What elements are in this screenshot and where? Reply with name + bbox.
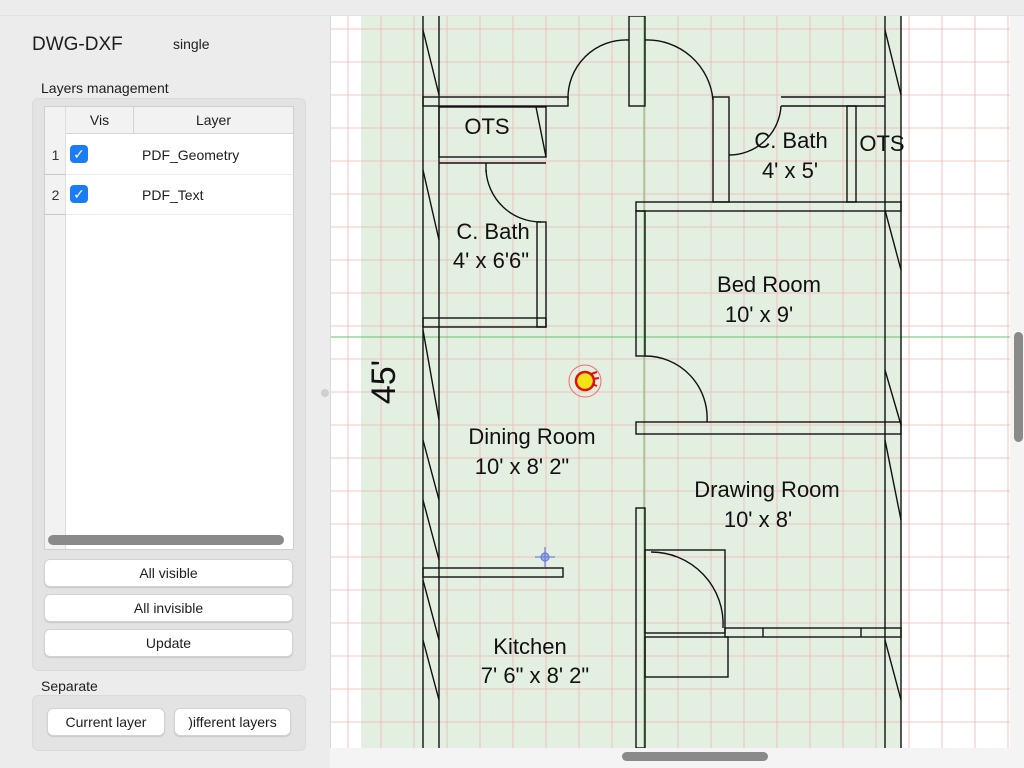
room-size: 7' 6" x 8' 2"	[481, 663, 589, 688]
room-size: 10' x 8'	[724, 507, 792, 532]
room-size: 4' x 5'	[762, 158, 818, 183]
layers-management-label: Layers management	[41, 80, 169, 96]
plan-area-fill	[361, 16, 901, 748]
room-name: OTS	[464, 114, 509, 139]
all-visible-button[interactable]: All visible	[44, 559, 293, 587]
room-name: Drawing Room	[694, 477, 840, 502]
room-size: 10' x 8' 2"	[475, 454, 570, 479]
drawing-canvas[interactable]: 45' OTS OTS C. Bath 4' x 5' C. Bath 4' x…	[330, 16, 1010, 748]
table-row[interactable]: 1 ✓ PDF_Geometry	[45, 135, 293, 175]
column-header-vis[interactable]: Vis	[66, 107, 134, 134]
canvas-horizontal-scrollbar[interactable]	[622, 752, 768, 761]
app-title: DWG-DXF	[32, 34, 123, 55]
layers-table[interactable]: Vis Layer 1 ✓ PDF_Geometry 2 ✓ PDF_Text	[44, 106, 294, 550]
splitter-handle[interactable]	[321, 389, 329, 397]
layer-name: PDF_Text	[142, 187, 204, 203]
room-name: OTS	[859, 131, 904, 156]
room-size: 4' x 6'6"	[453, 248, 529, 273]
room-name: Kitchen	[493, 634, 566, 659]
all-invisible-button[interactable]: All invisible	[44, 594, 293, 622]
mode-label: single	[173, 36, 210, 52]
update-button[interactable]: Update	[44, 629, 293, 657]
separate-label: Separate	[41, 678, 98, 694]
visibility-checkbox[interactable]: ✓	[70, 185, 88, 203]
row-number: 2	[45, 175, 66, 215]
layer-name: PDF_Geometry	[142, 147, 240, 163]
room-size: 10' x 9'	[725, 302, 793, 327]
canvas-vertical-scrollbar[interactable]	[1014, 332, 1023, 442]
table-horizontal-scrollbar[interactable]	[48, 535, 284, 545]
window-top-edge	[0, 0, 1024, 16]
different-layers-button[interactable]: )ifferent layers	[174, 708, 291, 736]
room-name: Dining Room	[468, 424, 595, 449]
table-row[interactable]: 2 ✓ PDF_Text	[45, 175, 293, 215]
dimension-label: 45'	[365, 360, 403, 404]
row-number: 1	[45, 135, 66, 175]
checkmark-icon: ✓	[73, 186, 85, 202]
sidebar: DWG-DXF single Layers management Vis Lay…	[0, 16, 318, 768]
room-name: C. Bath	[754, 128, 827, 153]
current-layer-button[interactable]: Current layer	[47, 708, 165, 736]
floorplan-drawing: 45' OTS OTS C. Bath 4' x 5' C. Bath 4' x…	[331, 16, 1010, 748]
room-name: Bed Room	[717, 272, 821, 297]
room-name: C. Bath	[456, 219, 529, 244]
visibility-checkbox[interactable]: ✓	[70, 145, 88, 163]
checkmark-icon: ✓	[73, 146, 85, 162]
column-header-layer[interactable]: Layer	[134, 107, 293, 134]
